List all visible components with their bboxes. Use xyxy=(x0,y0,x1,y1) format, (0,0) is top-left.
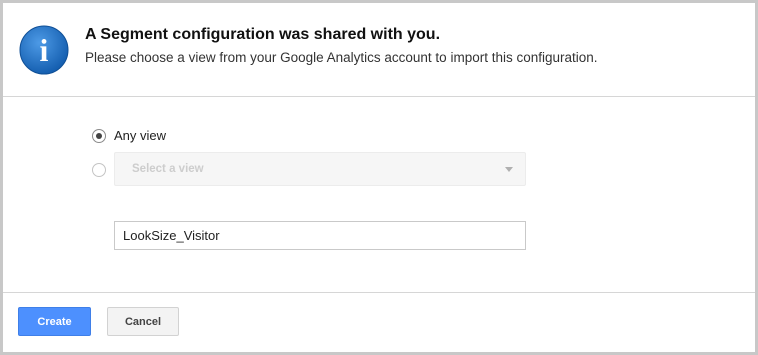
segment-name-input[interactable] xyxy=(114,221,526,250)
create-button[interactable]: Create xyxy=(18,307,91,336)
info-icon-glyph: i xyxy=(40,32,49,68)
import-segment-dialog: i A Segment configuration was shared wit… xyxy=(0,0,758,355)
any-view-radio[interactable] xyxy=(92,129,106,143)
dialog-subtitle: Please choose a view from your Google An… xyxy=(85,50,598,65)
dialog-title: A Segment configuration was shared with … xyxy=(85,26,441,43)
any-view-label[interactable]: Any view xyxy=(114,128,166,143)
view-select-dropdown[interactable]: Select a view xyxy=(114,152,526,186)
chevron-down-icon xyxy=(505,167,513,172)
select-view-radio[interactable] xyxy=(92,163,106,177)
view-select-placeholder: Select a view xyxy=(132,163,204,175)
dialog-body: Any view Select a view xyxy=(3,97,755,292)
dialog-header: i A Segment configuration was shared wit… xyxy=(3,3,755,97)
dialog-footer: Create Cancel xyxy=(3,292,755,352)
cancel-button[interactable]: Cancel xyxy=(107,307,179,336)
info-icon: i xyxy=(19,25,69,75)
